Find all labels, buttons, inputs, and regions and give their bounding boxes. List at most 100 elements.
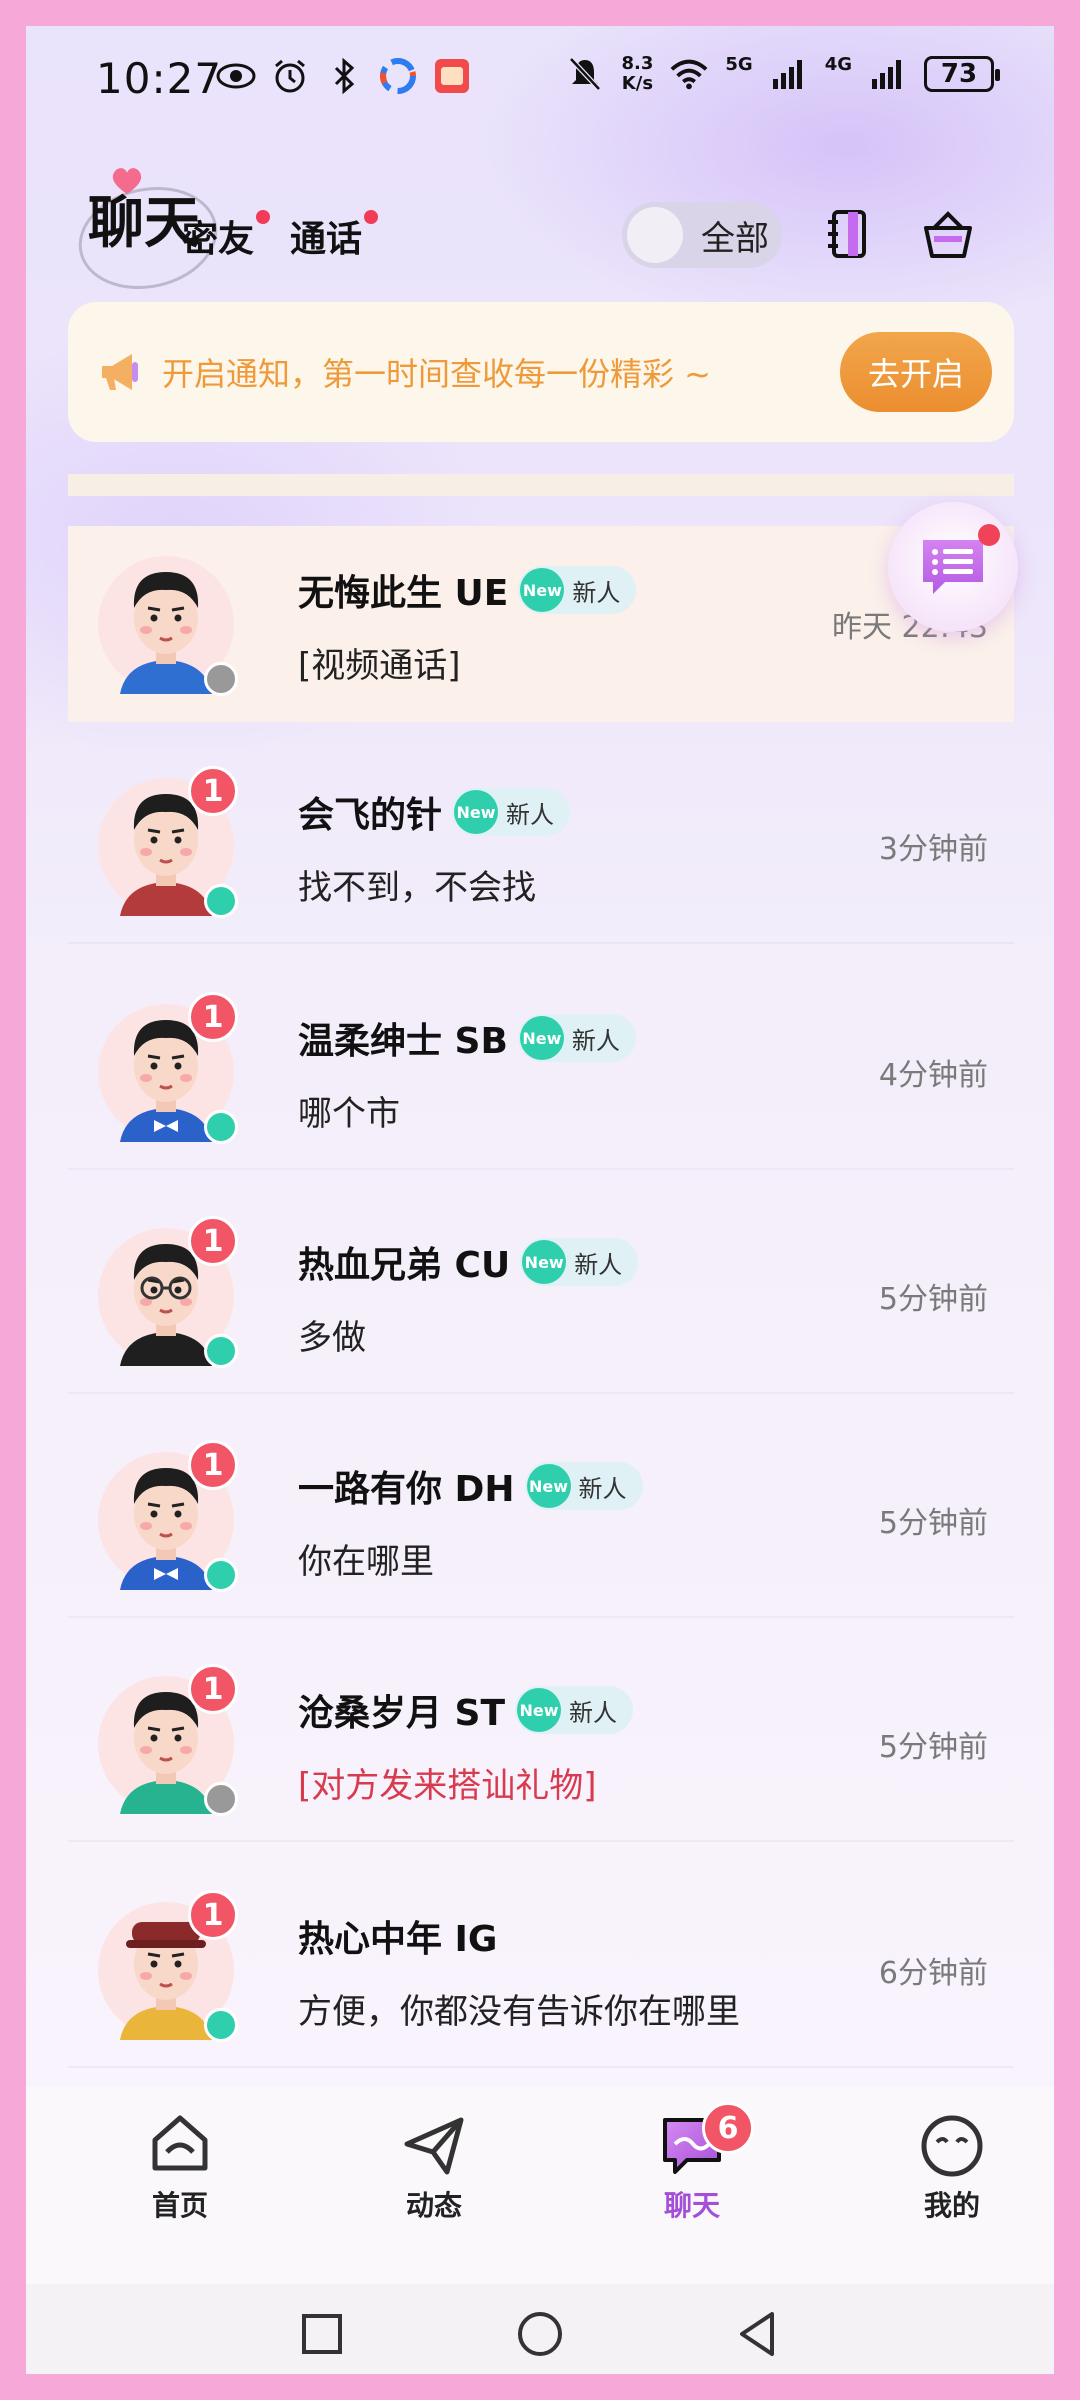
nav-home-label: 首页 [151, 2189, 208, 2222]
contact-name-text: 会飞的针 [298, 795, 443, 836]
filter-toggle[interactable]: 全部 [622, 202, 782, 268]
new-badge-circle: New [522, 1240, 567, 1284]
contact-name: 无悔此生 UE New 新人 [298, 564, 637, 616]
paper-plane-icon [404, 2117, 464, 2175]
notification-banner: 开启通知，第一时间查收每一份精彩 ~ 去开启 [68, 302, 1014, 442]
unread-badge: 1 [188, 1440, 238, 1490]
app-gift-icon [432, 56, 472, 96]
signal-icon-2 [868, 54, 908, 94]
contact-name: 热血兄弟 CU New 新人 [298, 1236, 639, 1288]
contact-name-text: 无悔此生 UE [298, 573, 509, 614]
conversation-row[interactable]: 无悔此生 UE New 新人 [视频通话] 昨天 22:43 [68, 526, 1014, 722]
nav-profile[interactable]: 我的 [882, 2110, 1022, 2224]
nav-chat-badge: 6 [702, 2102, 754, 2154]
online-indicator [204, 884, 238, 918]
nav-moments[interactable]: 动态 [364, 2110, 504, 2224]
tab-close-friends-dot [256, 210, 271, 224]
floating-message-button[interactable] [888, 502, 1018, 632]
tab-close-friends-label: 密友 [182, 219, 255, 260]
message-time: 3分钟前 [878, 832, 988, 867]
unread-badge: 1 [188, 766, 238, 816]
app-notify-icon [378, 56, 418, 96]
unread-badge: 1 [188, 1890, 238, 1940]
message-preview: 你在哪里 [298, 1542, 434, 1582]
contact-name-text: 热血兄弟 CU [298, 1245, 511, 1286]
new-badge-label: 新人 [506, 800, 555, 829]
bluetooth-icon [324, 56, 364, 96]
system-nav-bar [26, 2284, 1054, 2374]
message-time: 6分钟前 [878, 1956, 988, 1991]
conversation-row[interactable]: 1 热心中年 IG 方便，你都没有告诉你在哪里 6分钟前 [68, 1872, 1014, 2068]
contact-name-text: 温柔绅士 SB [298, 1021, 508, 1062]
wifi-icon [669, 54, 709, 94]
new-badge-circle: New [526, 1464, 571, 1508]
new-badge-circle: New [454, 790, 499, 834]
signal-icon-1 [769, 54, 809, 94]
unread-badge: 1 [188, 1664, 238, 1714]
conversation-row[interactable]: 1 会飞的针 New 新人 找不到，不会找 3分钟前 [68, 748, 1014, 944]
net-speed-unit: K/s [621, 73, 654, 94]
tab-calls[interactable]: 通话 [290, 210, 379, 262]
tab-calls-label: 通话 [290, 219, 363, 260]
nav-home[interactable]: 首页 [110, 2110, 250, 2224]
back-icon[interactable] [728, 2304, 788, 2364]
mute-icon [565, 54, 605, 94]
nav-profile-label: 我的 [923, 2189, 980, 2222]
conversation-row[interactable]: 1 温柔绅士 SB New 新人 哪个市 4分钟前 [68, 974, 1014, 1170]
basket-icon[interactable] [920, 206, 976, 262]
net-speed-value: 8.3 [621, 53, 654, 74]
contact-name: 沧桑岁月 ST New 新人 [298, 1684, 634, 1736]
message-preview: [对方发来搭讪礼物] [298, 1766, 597, 1806]
message-time: 5分钟前 [878, 1282, 988, 1317]
face-icon [921, 2115, 983, 2177]
row-divider [68, 1840, 1014, 1842]
status-bar: 10:27 8.3 K/s 5G 4G 73 [26, 26, 1054, 126]
message-preview: 哪个市 [298, 1094, 400, 1134]
new-badge-label: 新人 [569, 1698, 618, 1727]
conversation-row[interactable]: 1 一路有你 DH New 新人 你在哪里 5分钟前 [68, 1422, 1014, 1618]
eye-icon [216, 56, 256, 96]
divider-strip [68, 474, 1014, 496]
new-badge-circle: New [519, 1016, 564, 1060]
enable-notification-button[interactable]: 去开启 [840, 332, 992, 412]
row-divider [68, 942, 1014, 944]
offline-indicator [204, 1782, 238, 1816]
message-preview: 找不到，不会找 [298, 868, 536, 908]
network-type-1: 5G [725, 53, 753, 75]
unread-badge: 1 [188, 992, 238, 1042]
row-divider [68, 1392, 1014, 1394]
contact-name: 一路有你 DH New 新人 [298, 1460, 643, 1512]
status-right-icons: 8.3 K/s 5G 4G 73 [565, 53, 1000, 94]
conversation-row[interactable]: 1 沧桑岁月 ST New 新人 [对方发来搭讪礼物] 5分钟前 [68, 1646, 1014, 1842]
contact-name: 会飞的针 New 新人 [298, 786, 571, 838]
new-user-badge: New 新人 [515, 1686, 634, 1734]
contact-name-text: 一路有你 DH [298, 1469, 515, 1510]
status-left-icons [216, 56, 472, 96]
top-nav: 聊天 密友 通话 全部 [26, 166, 1054, 302]
new-user-badge: New 新人 [517, 1014, 636, 1062]
fab-notification-dot [978, 524, 1000, 546]
recent-apps-icon[interactable] [292, 2304, 352, 2364]
battery-icon: 73 [924, 56, 1000, 92]
message-preview: 多做 [298, 1318, 366, 1358]
online-indicator [204, 1558, 238, 1592]
app-screen: 10:27 8.3 K/s 5G 4G 73 聊天 密友 通话 全部 开启通知，… [26, 26, 1054, 2374]
home-icon [152, 2115, 208, 2171]
message-list-icon [923, 540, 983, 594]
home-button-icon[interactable] [510, 2304, 570, 2364]
tab-close-friends[interactable]: 密友 [182, 210, 271, 262]
new-user-badge: New 新人 [524, 1462, 643, 1510]
notification-text: 开启通知，第一时间查收每一份精彩 ~ [162, 355, 711, 393]
row-divider [68, 2066, 1014, 2068]
notebook-icon[interactable] [822, 206, 878, 262]
alarm-icon [270, 56, 310, 96]
nav-chat[interactable]: 6 聊天 [622, 2102, 762, 2224]
bottom-nav: 首页 动态 6 聊天 我的 [26, 2086, 1054, 2284]
tab-calls-dot [364, 210, 379, 224]
nav-chat-label: 聊天 [663, 2189, 720, 2222]
online-indicator [204, 1110, 238, 1144]
contact-name: 温柔绅士 SB New 新人 [298, 1012, 636, 1064]
conversation-row[interactable]: 1 热血兄弟 CU New 新人 多做 5分钟前 [68, 1198, 1014, 1394]
megaphone-icon [102, 354, 138, 390]
new-badge-label: 新人 [572, 578, 621, 607]
